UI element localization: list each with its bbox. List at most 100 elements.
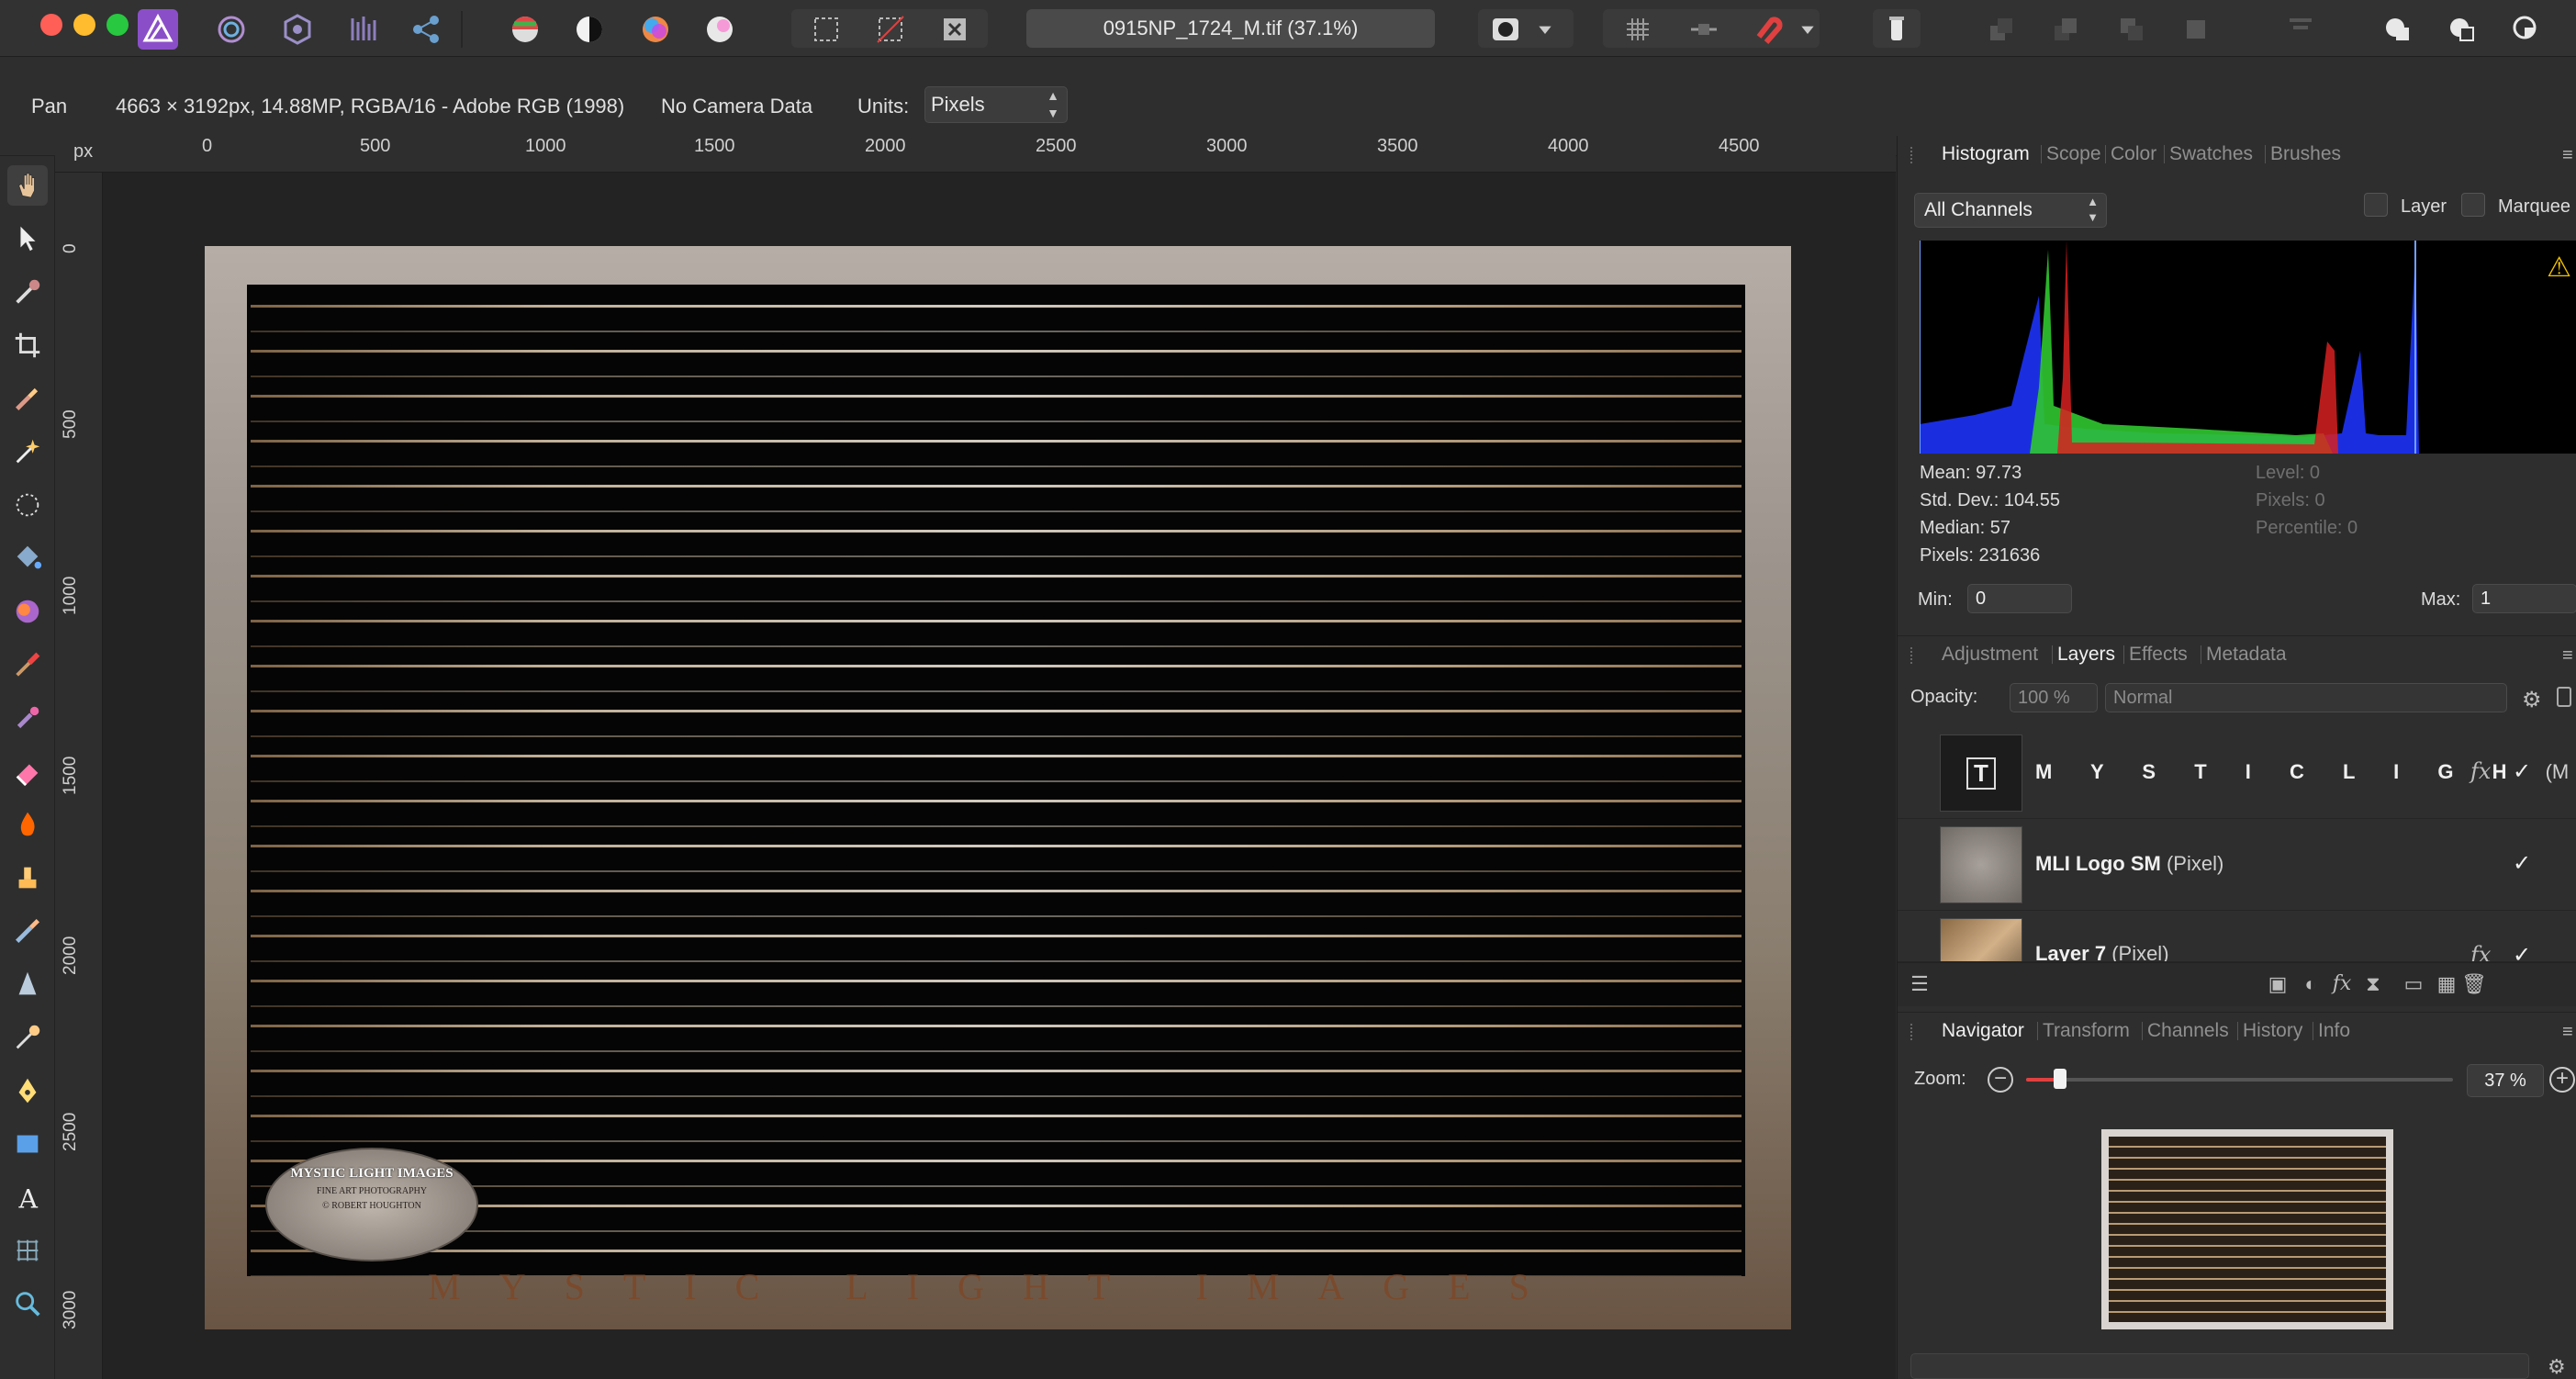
boolean-add-icon[interactable] <box>2378 9 2418 50</box>
pen-tool-icon[interactable] <box>7 1071 48 1111</box>
panel-menu-icon[interactable]: ≡ <box>2562 1022 2576 1043</box>
flood-select-tool-icon[interactable] <box>7 432 48 472</box>
panel-grip-icon[interactable] <box>1910 147 1914 163</box>
snapping-magnet-icon[interactable] <box>1748 9 1788 50</box>
panel-grip-icon[interactable] <box>1910 647 1914 664</box>
tab-scope[interactable]: Scope <box>2046 143 2101 165</box>
text-tool-icon[interactable]: A <box>7 1177 48 1217</box>
auto-colors-icon[interactable] <box>635 9 676 50</box>
export-persona-icon[interactable] <box>406 9 446 50</box>
tab-histogram[interactable]: Histogram <box>1942 143 2030 165</box>
document-artboard[interactable]: MYSTIC LIGHT IMAGES FINE ART PHOTOGRAPHY… <box>205 246 1791 1329</box>
smudge-tool-icon[interactable] <box>7 1017 48 1058</box>
minimize-window-button[interactable] <box>73 14 95 36</box>
lock-icon[interactable] <box>2557 687 2571 707</box>
guides-icon[interactable] <box>1684 9 1724 50</box>
tab-transform[interactable]: Transform <box>2043 1020 2130 1042</box>
tab-color[interactable]: Color <box>2111 143 2156 165</box>
tab-channels[interactable]: Channels <box>2147 1020 2229 1042</box>
layer-row[interactable]: Layer 7 (Pixel) fx ✓ <box>1898 911 2576 962</box>
fill-tool-icon[interactable] <box>7 538 48 578</box>
zoom-field[interactable]: 37 % <box>2467 1064 2544 1097</box>
auto-levels-icon[interactable] <box>505 9 545 50</box>
tab-history[interactable]: History <box>2243 1020 2302 1042</box>
canvas-area[interactable]: MYSTIC LIGHT IMAGES FINE ART PHOTOGRAPHY… <box>103 173 1896 1379</box>
channel-dropdown[interactable]: All Channels ▲ ▼ <box>1914 193 2107 228</box>
opacity-field[interactable]: 100 % <box>2010 683 2098 712</box>
burn-tool-icon[interactable] <box>7 804 48 845</box>
marquee-select-icon[interactable] <box>806 9 846 50</box>
marquee-tool-icon[interactable] <box>7 485 48 525</box>
assistant-icon[interactable] <box>1876 9 1917 50</box>
max-field[interactable]: 1 <box>2472 584 2576 613</box>
invert-selection-icon[interactable] <box>935 9 975 50</box>
paint-brush-tool-icon[interactable] <box>7 645 48 685</box>
arrange-back-icon[interactable] <box>1981 9 2022 50</box>
clone-tool-icon[interactable] <box>7 858 48 898</box>
mesh-warp-tool-icon[interactable] <box>7 1230 48 1271</box>
gradient-tool-icon[interactable] <box>7 591 48 632</box>
rectangle-tool-icon[interactable] <box>7 1124 48 1164</box>
align-icon[interactable] <box>2280 9 2321 50</box>
zoom-window-button[interactable] <box>106 14 129 36</box>
panel-grip-icon[interactable] <box>1910 1024 1914 1040</box>
chevron-down-icon[interactable] <box>1794 9 1821 50</box>
arrange-backward-icon[interactable] <box>2045 9 2086 50</box>
auto-white-balance-icon[interactable] <box>700 9 740 50</box>
warning-icon[interactable]: ⚠ <box>2547 252 2571 284</box>
close-window-button[interactable] <box>40 14 62 36</box>
develop-persona-icon[interactable] <box>277 9 318 50</box>
erase-tool-icon[interactable] <box>7 751 48 791</box>
liquify-persona-icon[interactable] <box>211 9 252 50</box>
delete-layer-icon[interactable]: 🗑 <box>2461 972 2487 998</box>
chevron-down-icon[interactable] <box>1531 9 1559 50</box>
min-field[interactable]: 0 <box>1967 584 2072 613</box>
sharpen-tool-icon[interactable] <box>7 964 48 1004</box>
live-filter-icon[interactable]: ⧗ <box>2360 972 2386 998</box>
layer-visibility-checkbox[interactable]: ✓ <box>2513 942 2531 961</box>
tab-info[interactable]: Info <box>2318 1020 2350 1042</box>
tab-effects[interactable]: Effects <box>2129 644 2188 666</box>
mask-layer-icon[interactable]: ▣ <box>2265 972 2290 998</box>
crop-tool-icon[interactable] <box>7 325 48 365</box>
tab-navigator[interactable]: Navigator <box>1942 1020 2024 1042</box>
layer-row[interactable]: T M Y S T I C L I G H (M fx ✓ <box>1898 727 2576 819</box>
deselect-icon[interactable] <box>870 9 911 50</box>
tone-mapping-persona-icon[interactable] <box>343 9 384 50</box>
tab-metadata[interactable]: Metadata <box>2206 644 2287 666</box>
tab-adjustment[interactable]: Adjustment <box>1942 644 2038 666</box>
layer-visibility-checkbox[interactable]: ✓ <box>2513 850 2531 877</box>
zoom-out-icon[interactable]: − <box>1988 1067 2013 1093</box>
layer-row[interactable]: MLI Logo SM (Pixel) ✓ <box>1898 819 2576 911</box>
navigator-view-dropdown[interactable] <box>1910 1353 2529 1379</box>
grid-icon[interactable] <box>1618 9 1658 50</box>
arrange-forward-icon[interactable] <box>2111 9 2152 50</box>
layer-fx-icon[interactable]: fx <box>2470 758 2491 784</box>
blend-mode-dropdown[interactable]: Normal <box>2105 683 2507 712</box>
tab-swatches[interactable]: Swatches <box>2169 143 2253 165</box>
zoom-slider[interactable] <box>2026 1069 2453 1089</box>
layer-fx-icon[interactable]: fx <box>2470 942 2491 961</box>
navigator-preview[interactable] <box>2101 1129 2393 1329</box>
gear-icon[interactable]: ⚙ <box>2548 1355 2566 1379</box>
boolean-intersect-icon[interactable] <box>2506 9 2547 50</box>
layer-visibility-checkbox[interactable]: ✓ <box>2513 758 2531 785</box>
panel-menu-icon[interactable]: ≡ <box>2562 645 2576 667</box>
adjustment-icon[interactable]: ◐ <box>2298 972 2324 998</box>
marquee-checkbox[interactable] <box>2461 193 2485 217</box>
group-folder-icon[interactable]: ▭ <box>2401 972 2426 998</box>
tab-brushes[interactable]: Brushes <box>2270 143 2341 165</box>
boolean-subtract-icon[interactable] <box>2442 9 2482 50</box>
arrange-front-icon[interactable] <box>2176 9 2216 50</box>
healing-brush-tool-icon[interactable] <box>7 911 48 951</box>
pan-tool-icon[interactable] <box>7 165 48 206</box>
units-dropdown[interactable]: Pixels ▲ ▼ <box>924 86 1068 123</box>
photo-persona-icon[interactable] <box>138 9 178 50</box>
zoom-in-icon[interactable]: + <box>2549 1067 2575 1093</box>
move-tool-icon[interactable] <box>7 219 48 259</box>
quick-mask-icon[interactable] <box>1485 9 1526 50</box>
auto-contrast-icon[interactable] <box>569 9 610 50</box>
color-picker-tool-icon[interactable] <box>7 272 48 312</box>
layer-checkbox[interactable] <box>2364 193 2388 217</box>
layers-stack-icon[interactable]: ☰ <box>1907 972 1932 998</box>
